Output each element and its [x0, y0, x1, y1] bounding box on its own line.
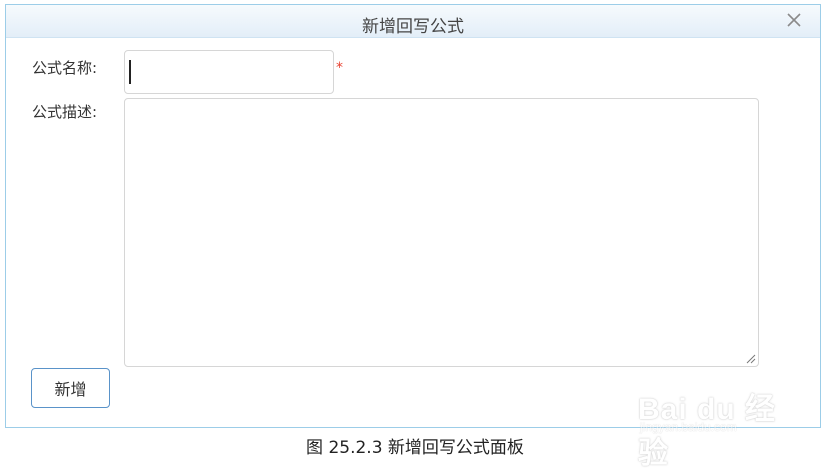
close-icon[interactable] [784, 10, 804, 30]
text-caret [129, 60, 131, 84]
resize-handle-icon[interactable] [744, 352, 756, 364]
formula-name-input[interactable] [124, 50, 334, 94]
formula-description-textarea[interactable] [124, 98, 759, 367]
formula-name-label: 公式名称: [32, 59, 98, 77]
dialog-title: 新增回写公式 [362, 17, 464, 37]
required-marker: * [336, 60, 343, 76]
formula-description-label: 公式描述: [32, 103, 98, 121]
figure-caption: 图 25.2.3 新增回写公式面板 [306, 438, 524, 458]
baidu-jingyan-watermark: Bai du 经验 jingyan.baidu.com [638, 370, 788, 470]
dialog-titlebar: 新增回写公式 [6, 5, 820, 38]
add-button[interactable]: 新增 [31, 368, 110, 408]
watermark-url: jingyan.baidu.com [640, 420, 737, 434]
